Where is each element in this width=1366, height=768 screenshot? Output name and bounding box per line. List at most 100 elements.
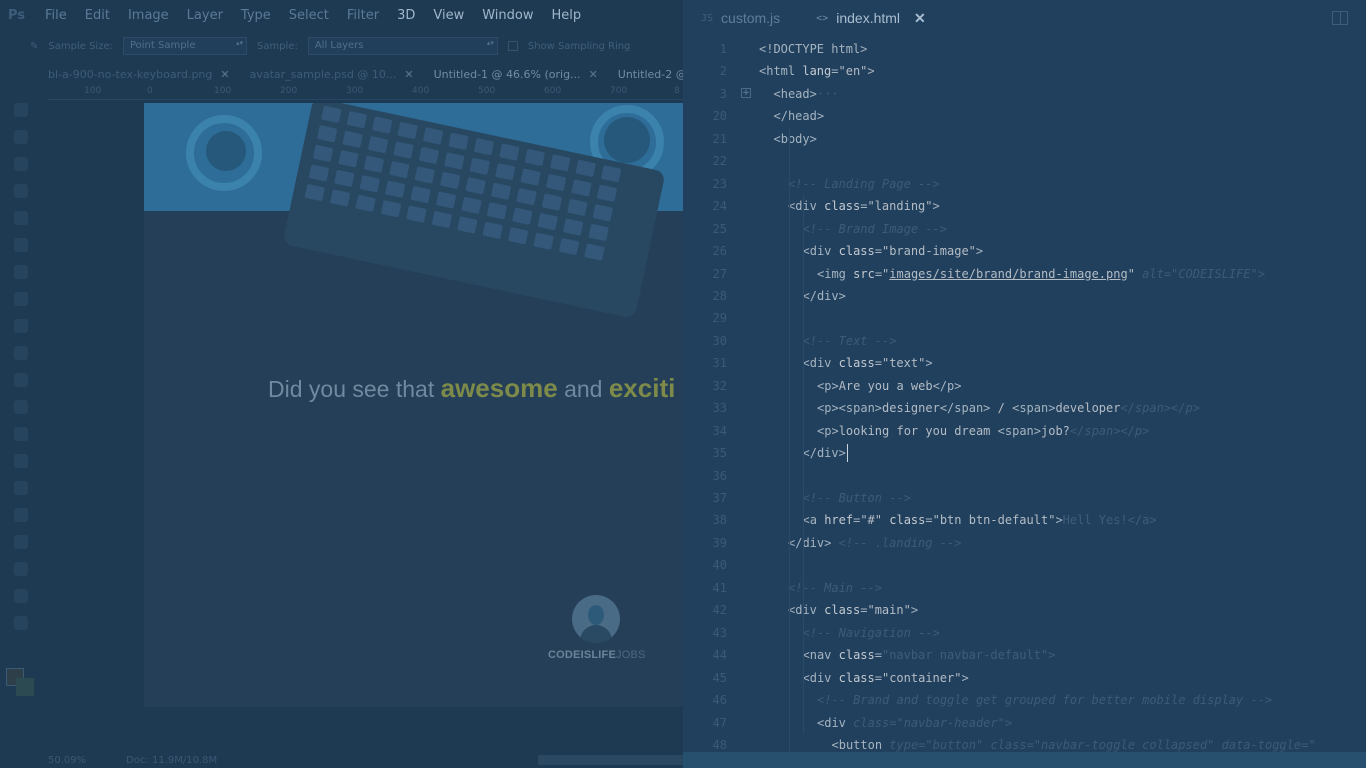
code-line: <!-- Text -->	[803, 330, 897, 353]
brush-tool-icon[interactable]	[14, 292, 28, 306]
close-icon[interactable]: ✕	[589, 68, 598, 84]
eyedropper-tool-icon[interactable]	[14, 238, 28, 252]
menu-select[interactable]: Select	[280, 8, 338, 23]
dodge-tool-icon[interactable]	[14, 454, 28, 468]
zoom-level[interactable]: 50.09%	[48, 755, 86, 766]
close-icon[interactable]: ✕	[220, 68, 229, 84]
code-line: <!DOCTYPE html>	[759, 38, 867, 61]
sample-layers-select[interactable]: All Layers	[307, 37, 498, 55]
photoshop-menubar: Ps File Edit Image Layer Type Select Fil…	[0, 0, 683, 30]
code-token: <p><span>	[817, 401, 883, 416]
line-number: 40	[712, 558, 727, 573]
line-number: 3	[719, 86, 727, 101]
tab-label: index.html	[836, 10, 901, 26]
code-token: class	[882, 513, 926, 528]
crop-tool-icon[interactable]	[14, 211, 28, 225]
horizontal-scrollbar[interactable]	[538, 755, 683, 765]
doc-size: Doc: 11.9M/10.8M	[126, 754, 218, 766]
line-number: 2	[719, 64, 727, 79]
sample-size-select[interactable]: Point Sample	[122, 37, 247, 55]
menu-image[interactable]: Image	[119, 8, 178, 23]
healing-tool-icon[interactable]	[14, 265, 28, 279]
path-select-tool-icon[interactable]	[14, 535, 28, 549]
menu-file[interactable]: File	[36, 8, 76, 23]
color-swatches[interactable]	[6, 668, 36, 698]
type-tool-icon[interactable]	[14, 508, 28, 522]
code-token: </div>	[802, 446, 846, 461]
menu-view[interactable]: View	[424, 8, 473, 23]
doc-tab-untitled-2[interactable]: Untitled-2 @ 50%	[608, 66, 683, 86]
ruler-tick: 0	[147, 86, 153, 96]
line-number: 27	[712, 266, 727, 281]
code-token: "#"	[860, 513, 883, 528]
menu-type[interactable]: Type	[232, 8, 280, 23]
quick-select-tool-icon[interactable]	[14, 184, 28, 198]
menu-3d[interactable]: 3D	[388, 8, 424, 23]
doc-tab-avatar[interactable]: avatar_sample.psd @ 10... ✕	[240, 66, 424, 86]
gradient-tool-icon[interactable]	[14, 400, 28, 414]
lasso-tool-icon[interactable]	[14, 157, 28, 171]
document-canvas[interactable]: Did you see that awesome and exciti CODE…	[144, 103, 683, 707]
eraser-tool-icon[interactable]	[14, 373, 28, 387]
zoom-tool-icon[interactable]	[14, 616, 28, 630]
split-view-icon[interactable]	[1332, 11, 1348, 25]
code-token: =	[831, 64, 839, 79]
line-number: 47	[712, 715, 727, 730]
sampling-ring-label: Show Sampling Ring	[527, 40, 631, 52]
code-token: <a	[802, 513, 825, 528]
code-token: <div	[817, 715, 854, 730]
code-line: </head>	[774, 105, 825, 128]
code-line: </div>	[803, 442, 846, 465]
code-token: <span>	[1012, 401, 1056, 416]
move-tool-icon[interactable]	[14, 103, 28, 117]
marquee-tool-icon[interactable]	[14, 130, 28, 144]
blur-tool-icon[interactable]	[14, 427, 28, 441]
code-token: <div	[788, 603, 825, 618]
code-token: lang	[802, 64, 832, 79]
photoshop-window: Ps File Edit Image Layer Type Select Fil…	[0, 0, 683, 768]
menu-help[interactable]: Help	[543, 8, 591, 23]
code-token: "text"	[881, 356, 926, 371]
options-bar: ✎ Sample Size: Point Sample Sample: All …	[0, 32, 683, 60]
js-file-icon: JS	[701, 12, 714, 24]
fold-expand-icon[interactable]: +	[741, 88, 751, 98]
tab-index-html[interactable]: <> index.html ✕	[798, 0, 944, 36]
tab-custom-js[interactable]: JS custom.js	[683, 0, 798, 36]
code-token: "container"	[881, 670, 962, 685]
code-token: class	[838, 244, 875, 259]
code-token: <!-- Navigation -->	[802, 625, 940, 640]
code-line: <p>Are you a web</p>	[817, 375, 962, 398]
eyedropper-icon[interactable]: ✎	[30, 41, 38, 52]
code-token: alt="CODEISLIFE">	[1134, 266, 1265, 281]
menu-window[interactable]: Window	[473, 8, 542, 23]
editor-tabs: JS custom.js <> index.html ✕	[683, 0, 1366, 36]
history-brush-tool-icon[interactable]	[14, 346, 28, 360]
close-icon[interactable]: ✕	[914, 10, 926, 27]
code-token: <div	[788, 199, 825, 214]
ruler-tick: 700	[610, 86, 628, 96]
code-area[interactable]: <!DOCTYPE html> <html lang="en"> <head>···…	[759, 38, 1366, 768]
menu-edit[interactable]: Edit	[76, 8, 119, 23]
line-number: 23	[712, 176, 727, 191]
ruler-tick: 400	[412, 86, 430, 96]
background-color[interactable]	[16, 678, 34, 696]
sampling-ring-checkbox[interactable]	[507, 41, 518, 51]
hand-tool-icon[interactable]	[14, 589, 28, 603]
ruler-tick: 600	[544, 86, 562, 96]
menu-filter[interactable]: Filter	[338, 8, 388, 23]
line-number: 20	[712, 109, 727, 124]
code-token: </div>	[788, 535, 832, 550]
line-number: 1	[719, 42, 727, 56]
ruler-tick: 300	[346, 86, 364, 96]
doc-tab-untitled-1[interactable]: Untitled-1 @ 46.6% (orig... ✕	[424, 66, 608, 86]
code-token: "	[1127, 266, 1135, 281]
shape-tool-icon[interactable]	[14, 562, 28, 576]
stamp-tool-icon[interactable]	[14, 319, 28, 333]
code-line: <nav class="navbar navbar-default">	[803, 644, 1056, 667]
code-line: <p>looking for you dream <span>job?</spa…	[817, 420, 1149, 443]
headline-accent-exciting: exciti	[608, 373, 676, 403]
close-icon[interactable]: ✕	[404, 68, 413, 84]
pen-tool-icon[interactable]	[14, 481, 28, 495]
menu-layer[interactable]: Layer	[178, 8, 232, 23]
doc-tab-keyboard[interactable]: bl-a-900-no-tex-keyboard.png ✕	[38, 66, 240, 86]
